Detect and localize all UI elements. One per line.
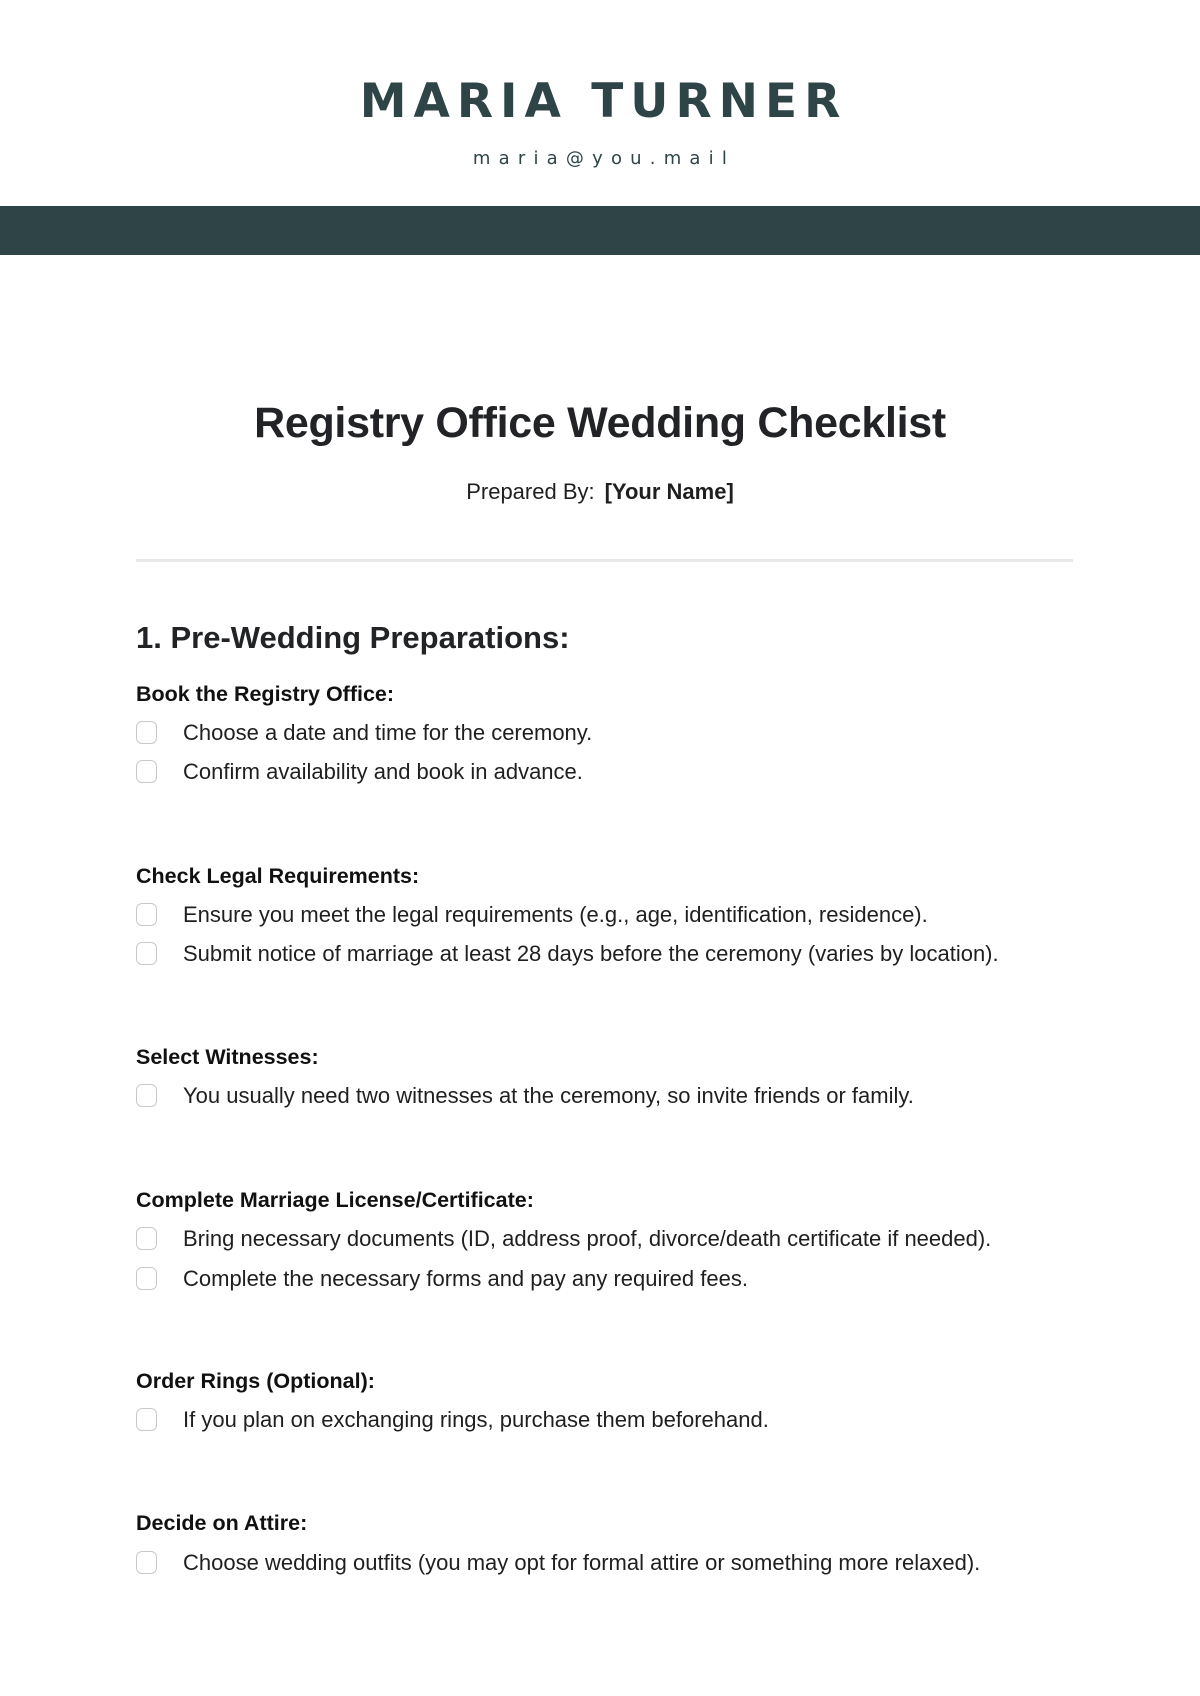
checklist-item-text: Choose wedding outfits (you may opt for … <box>183 1550 981 1575</box>
divider <box>136 559 1073 562</box>
checklist-item[interactable]: Complete the necessary forms and pay any… <box>136 1265 1096 1295</box>
checklist-item-text: Submit notice of marriage at least 28 da… <box>183 941 999 966</box>
section-heading: 1. Pre-Wedding Preparations: <box>136 620 570 655</box>
checkbox[interactable] <box>136 903 157 926</box>
checklist-item[interactable]: Choose wedding outfits (you may opt for … <box>136 1549 1096 1579</box>
checklist-item-text: If you plan on exchanging rings, purchas… <box>183 1407 769 1432</box>
checkbox[interactable] <box>136 1267 157 1290</box>
checklist-item-text: Choose a date and time for the ceremony. <box>183 720 593 745</box>
checkbox[interactable] <box>136 1408 157 1431</box>
checklist-item[interactable]: You usually need two witnesses at the ce… <box>136 1082 1096 1112</box>
group-heading: Select Witnesses: <box>136 1045 319 1069</box>
checkbox[interactable] <box>136 721 157 744</box>
group-heading: Complete Marriage License/Certificate: <box>136 1188 534 1212</box>
document-title: Registry Office Wedding Checklist <box>254 399 946 447</box>
checklist-item-text: Ensure you meet the legal requirements (… <box>183 902 928 927</box>
checklist-item[interactable]: Choose a date and time for the ceremony. <box>136 719 1096 749</box>
checkbox[interactable] <box>136 1227 157 1250</box>
letterhead: MARIA TURNER maria@you.mail <box>0 0 1200 206</box>
group-heading: Order Rings (Optional): <box>136 1369 375 1393</box>
checklist-item-text: You usually need two witnesses at the ce… <box>183 1083 914 1108</box>
checklist-item[interactable]: Submit notice of marriage at least 28 da… <box>136 940 1096 970</box>
checklist-item[interactable]: If you plan on exchanging rings, purchas… <box>136 1406 1096 1436</box>
author-email: maria@you.mail <box>472 148 736 169</box>
checklist-item-text: Confirm availability and book in advance… <box>183 759 583 784</box>
header-band <box>0 206 1200 255</box>
prepared-by: Prepared By: [Your Name] <box>0 478 1200 506</box>
checklist-item[interactable]: Confirm availability and book in advance… <box>136 758 1096 788</box>
checkbox[interactable] <box>136 942 157 965</box>
checkbox[interactable] <box>136 1551 157 1574</box>
group-heading: Book the Registry Office: <box>136 682 395 706</box>
group-heading: Decide on Attire: <box>136 1511 308 1535</box>
prepared-by-label: Prepared By: <box>466 479 595 504</box>
author-name: MARIA TURNER <box>359 74 848 129</box>
prepared-by-value: [Your Name] <box>604 479 734 504</box>
checkbox[interactable] <box>136 760 157 783</box>
checklist-item[interactable]: Ensure you meet the legal requirements (… <box>136 901 1096 931</box>
checklist-item-text: Complete the necessary forms and pay any… <box>183 1266 748 1291</box>
checkbox[interactable] <box>136 1084 157 1107</box>
checklist-item[interactable]: Bring necessary documents (ID, address p… <box>136 1225 1096 1255</box>
group-heading: Check Legal Requirements: <box>136 864 420 888</box>
checklist-item-text: Bring necessary documents (ID, address p… <box>183 1226 992 1251</box>
